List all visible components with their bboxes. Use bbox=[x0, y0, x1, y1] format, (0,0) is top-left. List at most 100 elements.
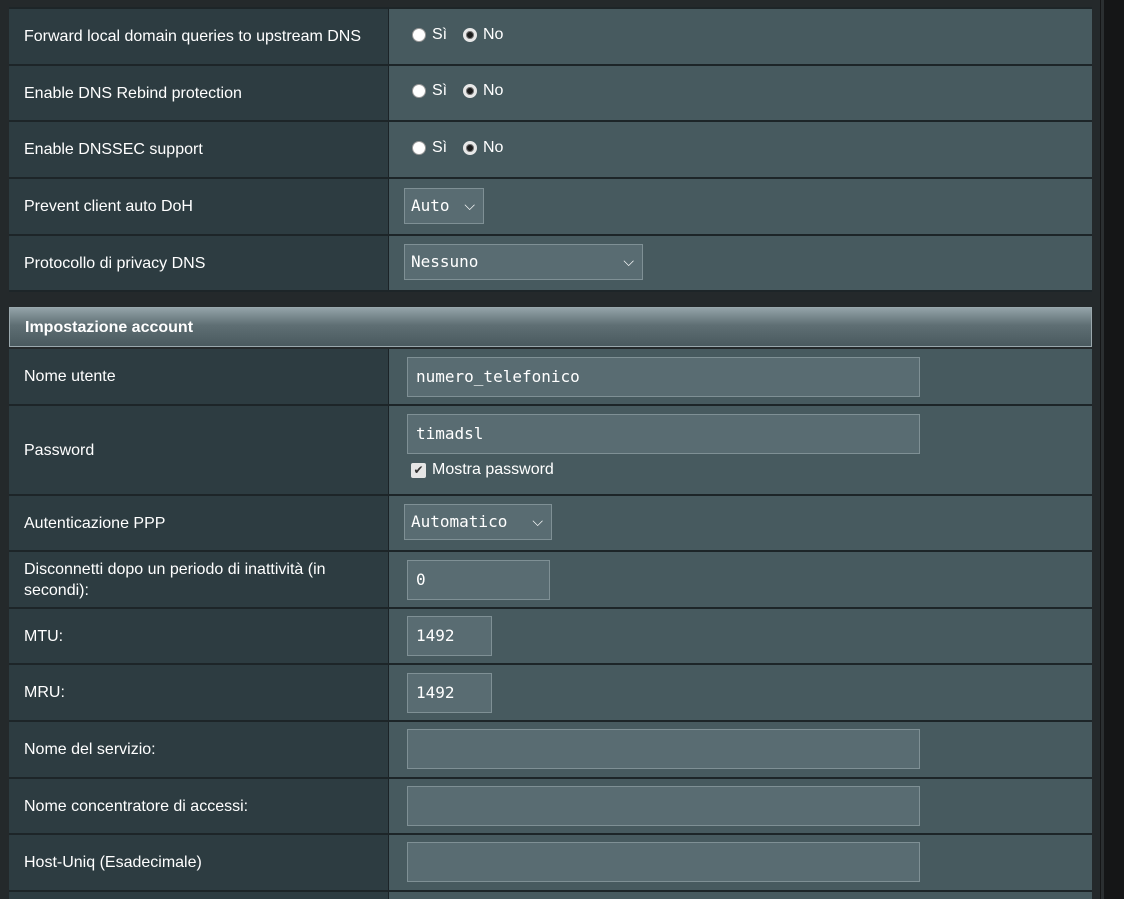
service-name-input[interactable] bbox=[407, 729, 920, 769]
dns-rebind-no-radio[interactable]: No bbox=[463, 82, 503, 100]
password-label-text: Password bbox=[24, 441, 95, 459]
host-uniq-label-text: Host-Uniq (Esadecimale) bbox=[24, 854, 202, 871]
mtu-label: MTU: bbox=[9, 609, 389, 663]
row-password: Password timadsl ✔ Mostra password bbox=[9, 406, 1092, 494]
next-row-label bbox=[9, 892, 389, 899]
doh-select-value: Auto bbox=[411, 196, 450, 215]
radio-label: Sì bbox=[432, 139, 448, 156]
row-host-uniq: Host-Uniq (Esadecimale) bbox=[9, 835, 1092, 890]
radio-unselected-icon bbox=[412, 28, 426, 42]
ppp-auth-label: Autenticazione PPP bbox=[9, 496, 389, 550]
dnssec-label-text: Enable DNSSEC support bbox=[24, 141, 203, 158]
forward-local-yes-radio[interactable]: Sì bbox=[412, 26, 447, 44]
forward-local-value: Sì No bbox=[389, 9, 1092, 64]
idle-timeout-label-text: Disconnetti dopo un periodo di inattivit… bbox=[24, 560, 326, 599]
dns-rebind-value: Sì No bbox=[389, 66, 1092, 120]
mru-input[interactable]: 1492 bbox=[407, 673, 492, 713]
idle-timeout-input[interactable]: 0 bbox=[407, 560, 550, 600]
username-label-text: Nome utente bbox=[24, 368, 116, 385]
ppp-auth-select-value: Automatico bbox=[411, 512, 508, 531]
dnssec-yes-radio[interactable]: Sì bbox=[412, 139, 447, 157]
forward-local-no-radio[interactable]: No bbox=[463, 26, 503, 44]
username-value: numero_telefonico bbox=[389, 349, 1092, 404]
radio-label: No bbox=[483, 26, 504, 43]
mru-label: MRU: bbox=[9, 665, 389, 720]
scrollbar-edge bbox=[1101, 0, 1104, 899]
ppp-auth-label-text: Autenticazione PPP bbox=[24, 514, 166, 532]
row-mru: MRU: 1492 bbox=[9, 665, 1092, 720]
divider bbox=[9, 290, 1092, 292]
show-password-label: Mostra password bbox=[432, 461, 554, 478]
row-dns-rebind: Enable DNS Rebind protection Sì No bbox=[9, 66, 1092, 120]
dnssec-value: Sì No bbox=[389, 122, 1092, 177]
doh-label: Prevent client auto DoH bbox=[9, 179, 389, 234]
dns-privacy-select[interactable]: Nessuno ⌵ bbox=[404, 244, 643, 280]
concentrator-name-label-text: Nome concentratore di accessi: bbox=[24, 797, 249, 815]
row-dnssec: Enable DNSSEC support Sì No bbox=[9, 122, 1092, 177]
section-title: Impostazione account bbox=[25, 319, 194, 336]
password-input[interactable]: timadsl bbox=[407, 414, 920, 454]
doh-select[interactable]: Auto ⌵ bbox=[404, 188, 484, 224]
mru-label-text: MRU: bbox=[24, 684, 65, 701]
row-dns-privacy: Protocollo di privacy DNS Nessuno ⌵ bbox=[9, 236, 1092, 290]
username-label: Nome utente bbox=[9, 349, 389, 404]
idle-timeout-input-value: 0 bbox=[416, 570, 426, 589]
mru-input-value: 1492 bbox=[416, 683, 455, 702]
row-mtu: MTU: 1492 bbox=[9, 609, 1092, 663]
password-label: Password bbox=[9, 406, 389, 494]
ppp-auth-value: Automatico ⌵ bbox=[389, 496, 1092, 550]
radio-selected-icon bbox=[463, 84, 477, 98]
chevron-down-icon: ⌵ bbox=[532, 514, 543, 530]
dnssec-no-radio[interactable]: No bbox=[463, 139, 503, 157]
password-value: timadsl ✔ Mostra password bbox=[389, 406, 1092, 494]
host-uniq-label: Host-Uniq (Esadecimale) bbox=[9, 835, 389, 890]
password-input-value: timadsl bbox=[416, 424, 484, 443]
host-uniq-value bbox=[389, 835, 1092, 890]
row-next-partial bbox=[9, 892, 1092, 899]
dns-rebind-label: Enable DNS Rebind protection bbox=[9, 66, 389, 120]
concentrator-name-value bbox=[389, 779, 1092, 833]
dns-privacy-label-text: Protocollo di privacy DNS bbox=[24, 254, 206, 272]
dns-rebind-label-text: Enable DNS Rebind protection bbox=[24, 84, 242, 102]
radio-label: Sì bbox=[432, 26, 448, 43]
mru-value: 1492 bbox=[389, 665, 1092, 720]
dns-rebind-yes-radio[interactable]: Sì bbox=[412, 82, 447, 100]
row-service-name: Nome del servizio: bbox=[9, 722, 1092, 777]
dns-privacy-label: Protocollo di privacy DNS bbox=[9, 236, 389, 290]
mtu-input-value: 1492 bbox=[416, 626, 455, 645]
mtu-label-text: MTU: bbox=[24, 627, 64, 645]
host-uniq-input[interactable] bbox=[407, 842, 920, 882]
service-name-label-text: Nome del servizio: bbox=[24, 741, 156, 758]
radio-label: Sì bbox=[432, 82, 448, 99]
row-username: Nome utente numero_telefonico bbox=[9, 349, 1092, 404]
row-ppp-auth: Autenticazione PPP Automatico ⌵ bbox=[9, 496, 1092, 550]
show-password-checkbox[interactable]: ✔ Mostra password bbox=[411, 461, 554, 479]
doh-value: Auto ⌵ bbox=[389, 179, 1092, 234]
mtu-input[interactable]: 1492 bbox=[407, 616, 492, 656]
chevron-down-icon: ⌵ bbox=[623, 254, 634, 270]
section-header-account: Impostazione account bbox=[9, 307, 1092, 347]
next-row-value bbox=[389, 892, 1092, 899]
radio-unselected-icon bbox=[412, 141, 426, 155]
chevron-down-icon: ⌵ bbox=[464, 198, 475, 214]
radio-selected-icon bbox=[463, 28, 477, 42]
dns-privacy-value: Nessuno ⌵ bbox=[389, 236, 1092, 290]
forward-local-label: Forward local domain queries to upstream… bbox=[9, 9, 389, 64]
dnssec-label: Enable DNSSEC support bbox=[9, 122, 389, 177]
checkbox-checked-icon: ✔ bbox=[411, 462, 426, 478]
ppp-auth-select[interactable]: Automatico ⌵ bbox=[404, 504, 552, 540]
concentrator-name-input[interactable] bbox=[407, 786, 920, 826]
row-concentrator-name: Nome concentratore di accessi: bbox=[9, 779, 1092, 833]
row-idle-timeout: Disconnetti dopo un periodo di inattivit… bbox=[9, 552, 1092, 607]
radio-label: No bbox=[483, 139, 504, 156]
dns-privacy-select-value: Nessuno bbox=[411, 252, 479, 271]
concentrator-name-label: Nome concentratore di accessi: bbox=[9, 779, 389, 833]
radio-selected-icon bbox=[463, 141, 477, 155]
row-forward-local: Forward local domain queries to upstream… bbox=[9, 9, 1092, 64]
doh-label-text: Prevent client auto DoH bbox=[24, 198, 193, 215]
radio-label: No bbox=[483, 82, 504, 99]
row-doh: Prevent client auto DoH Auto ⌵ bbox=[9, 179, 1092, 234]
service-name-label: Nome del servizio: bbox=[9, 722, 389, 777]
username-input[interactable]: numero_telefonico bbox=[407, 357, 920, 397]
mtu-value: 1492 bbox=[389, 609, 1092, 663]
